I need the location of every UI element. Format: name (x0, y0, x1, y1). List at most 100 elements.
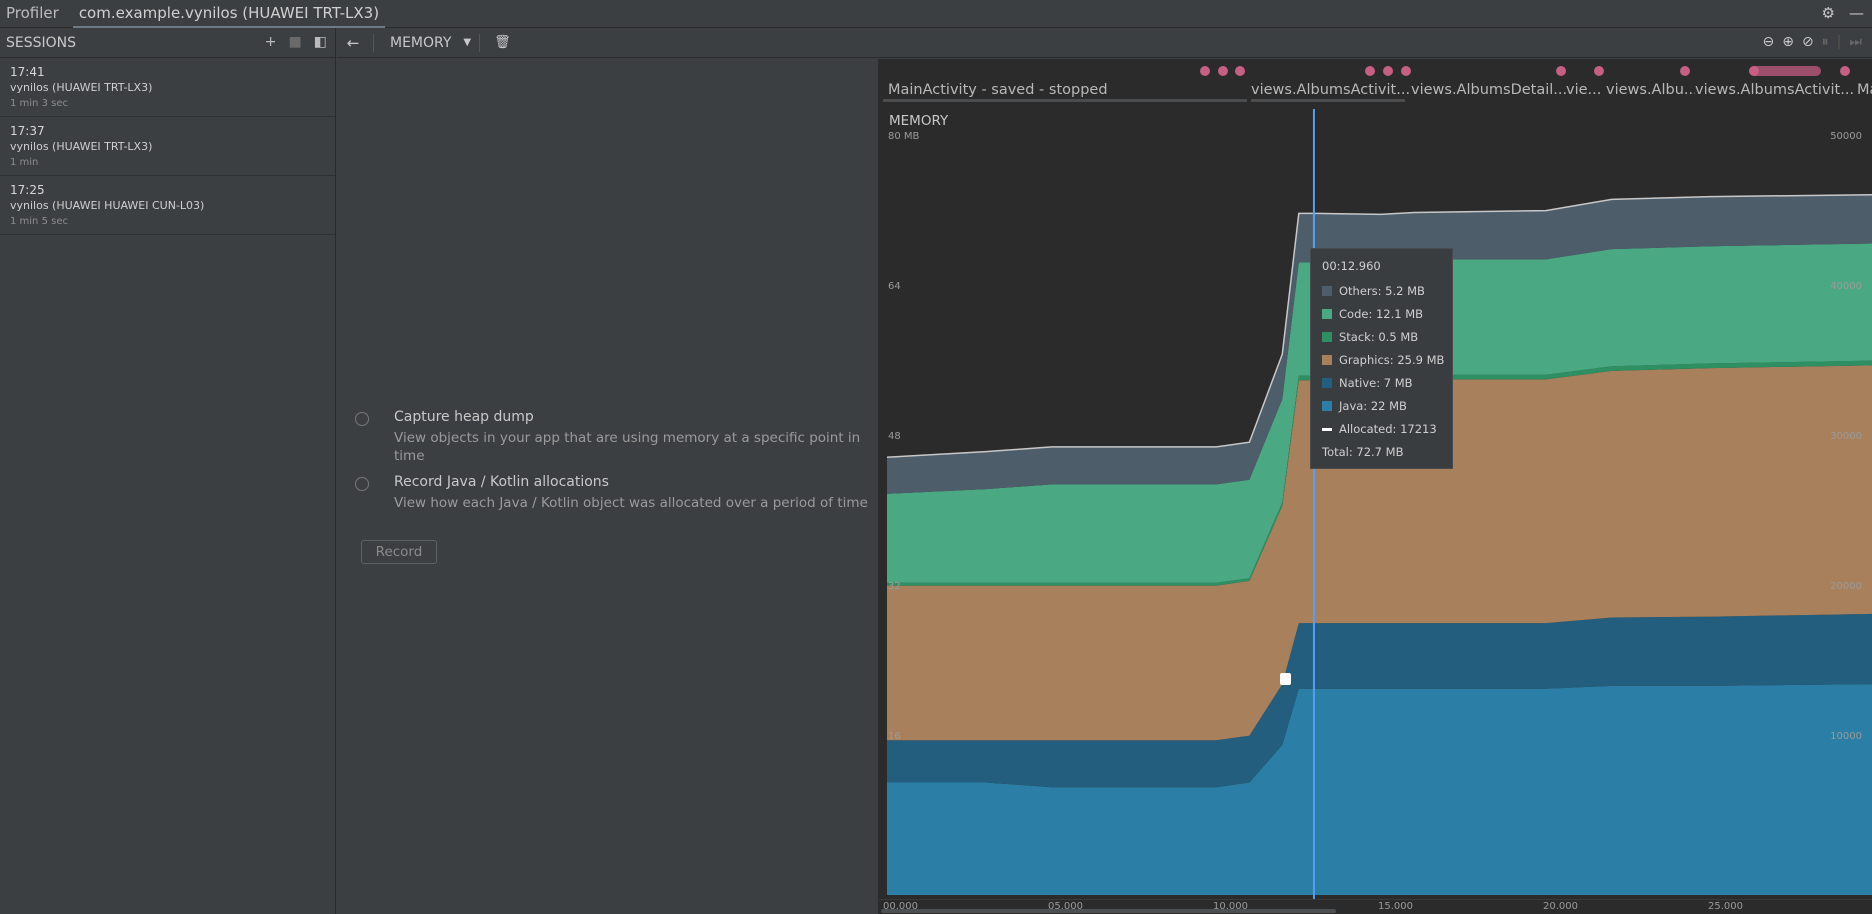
tooltip-label: Allocated: 17213 (1339, 422, 1437, 436)
radio-button[interactable] (355, 412, 369, 426)
y-axis-tick: 64 (888, 281, 901, 292)
y-axis-tick: 48 (888, 431, 901, 442)
activity-state-label[interactable]: views.AlbumsActivit... (1251, 82, 1411, 98)
option-title: Record Java / Kotlin allocations (394, 474, 609, 490)
activity-state-label[interactable]: views.Albu... (1606, 82, 1695, 98)
tooltip-row: Code: 12.1 MB (1322, 306, 1423, 322)
session-item[interactable]: 17:37 vynilos (HUAWEI TRT-LX3) 1 min (0, 117, 335, 176)
memory-chart[interactable]: MEMORY 80 MB 64 48 32 16 50000 40000 300… (879, 109, 1872, 899)
event-dot[interactable] (1383, 66, 1393, 76)
session-item[interactable]: 17:41 vynilos (HUAWEI TRT-LX3) 1 min 3 s… (0, 58, 335, 117)
sessions-panel: SESSIONS + ■ ◧ 17:41 vynilos (HUAWEI TRT… (0, 28, 336, 914)
option-description: View how each Java / Kotlin object was a… (394, 495, 868, 511)
title-bar: Profiler com.example.vynilos (HUAWEI TRT… (0, 0, 1872, 28)
legend-swatch (1322, 378, 1332, 388)
separator: | (1836, 34, 1842, 50)
tooltip-row: Java: 22 MB (1322, 398, 1407, 414)
activity-state-label[interactable]: vie... (1566, 82, 1606, 98)
y2-axis-tick: 30000 (1830, 431, 1862, 442)
y2-axis-tick: 50000 (1830, 131, 1862, 142)
zoom-out-icon[interactable]: ⊖ (1762, 34, 1774, 50)
record-button[interactable]: Record (361, 540, 437, 564)
x-axis-tick: 15.000 (1378, 901, 1413, 912)
layout-icon[interactable]: ◧ (314, 34, 327, 50)
tooltip-row: Allocated: 17213 (1322, 421, 1437, 437)
tooltip-label: Code: 12.1 MB (1339, 307, 1424, 321)
tooltip-row: Stack: 0.5 MB (1322, 329, 1418, 345)
back-arrow-icon[interactable]: ← (341, 34, 365, 52)
radio-button[interactable] (355, 477, 369, 491)
event-dot[interactable] (1749, 66, 1759, 76)
minimize-icon[interactable]: — (1849, 4, 1864, 22)
tooltip-total: Total: 72.7 MB (1322, 445, 1404, 459)
trash-icon[interactable]: 🗑 (494, 35, 511, 50)
tooltip-row: Graphics: 25.9 MB (1322, 352, 1444, 368)
sessions-tools: + ■ ◧ (265, 34, 327, 50)
activity-state-label[interactable]: MainActivity - saved - stopped (888, 82, 1243, 98)
tab-session[interactable]: com.example.vynilos (HUAWEI TRT-LX3) (72, 0, 386, 28)
event-dot[interactable] (1235, 66, 1245, 76)
chevron-down-icon[interactable]: ▼ (463, 37, 471, 48)
tooltip-timestamp: 00:12.960 (1322, 259, 1381, 273)
event-dot[interactable] (1218, 66, 1228, 76)
activity-state-bar (1251, 99, 1405, 102)
event-dot[interactable] (1200, 66, 1210, 76)
activity-state-label[interactable]: views.AlbumsActivit... (1695, 82, 1859, 98)
event-range[interactable] (1749, 66, 1821, 76)
timeline-scrollbar[interactable] (881, 909, 1336, 913)
option-title: Capture heap dump (394, 409, 534, 425)
activity-state-bar (883, 99, 1247, 102)
session-time: 17:25 (10, 183, 45, 197)
gc-trash-icon[interactable] (1280, 673, 1291, 685)
event-dot[interactable] (1365, 66, 1375, 76)
x-axis-tick: 20.000 (1543, 901, 1578, 912)
event-dot[interactable] (1401, 66, 1411, 76)
profiler-selector[interactable]: MEMORY (390, 35, 451, 51)
y2-axis-tick: 10000 (1830, 731, 1862, 742)
timeline-panel: MainActivity - saved - stopped views.Alb… (879, 59, 1872, 914)
session-device: vynilos (HUAWEI TRT-LX3) (10, 140, 153, 153)
gear-icon[interactable]: ⚙ (1822, 4, 1835, 22)
toolbar-divider (373, 33, 374, 52)
activity-state-label[interactable]: views.AlbumsDetail... (1411, 82, 1566, 98)
tooltip-label: Stack: 0.5 MB (1339, 330, 1419, 344)
session-device: vynilos (HUAWEI HUAWEI CUN-L03) (10, 199, 205, 212)
session-time: 17:41 (10, 65, 45, 79)
tooltip-row: Others: 5.2 MB (1322, 283, 1425, 299)
session-time: 17:37 (10, 124, 45, 138)
capture-panel: Capture heap dump View objects in your a… (337, 59, 879, 914)
session-duration: 1 min (10, 157, 39, 168)
jump-to-live-icon[interactable]: ⏭ (1849, 34, 1862, 50)
zoom-in-icon[interactable]: ⊕ (1782, 34, 1794, 50)
activity-states: MainActivity - saved - stopped views.Alb… (879, 59, 1872, 107)
pause-icon[interactable]: ⏸ (1822, 34, 1829, 50)
y-axis-tick: 80 MB (888, 131, 920, 142)
event-dot[interactable] (1594, 66, 1604, 76)
add-session-icon[interactable]: + (265, 34, 277, 50)
tooltip-row: Total: 72.7 MB (1322, 444, 1403, 460)
tab-profiler[interactable]: Profiler (0, 0, 65, 28)
session-duration: 1 min 5 sec (10, 216, 68, 227)
session-duration: 1 min 3 sec (10, 98, 68, 109)
legend-swatch (1322, 332, 1332, 342)
sessions-title: SESSIONS (6, 34, 77, 51)
tooltip-row: Native: 7 MB (1322, 375, 1413, 391)
option-description: View objects in your app that are using … (394, 430, 861, 464)
tooltip-label: Others: 5.2 MB (1339, 284, 1425, 298)
y2-axis-tick: 40000 (1830, 281, 1862, 292)
titlebar-tools: ⚙ — (1822, 4, 1864, 22)
event-dot[interactable] (1840, 66, 1850, 76)
event-dot[interactable] (1680, 66, 1690, 76)
event-dot[interactable] (1556, 66, 1566, 76)
session-item[interactable]: 17:25 vynilos (HUAWEI HUAWEI CUN-L03) 1 … (0, 176, 335, 235)
legend-swatch (1322, 309, 1332, 319)
toolbar-divider (479, 33, 481, 52)
x-axis-tick: 25.000 (1708, 901, 1743, 912)
activity-state-label[interactable]: Ma (1857, 82, 1872, 98)
zoom-tools: ⊖ ⊕ ⊘ ⏸ | ⏭ (1762, 34, 1862, 50)
reset-zoom-icon[interactable]: ⊘ (1802, 34, 1814, 50)
legend-swatch (1322, 286, 1332, 296)
stop-icon[interactable]: ■ (289, 34, 302, 50)
memory-area-chart (886, 109, 1872, 899)
y-axis-tick: 32 (888, 581, 901, 592)
